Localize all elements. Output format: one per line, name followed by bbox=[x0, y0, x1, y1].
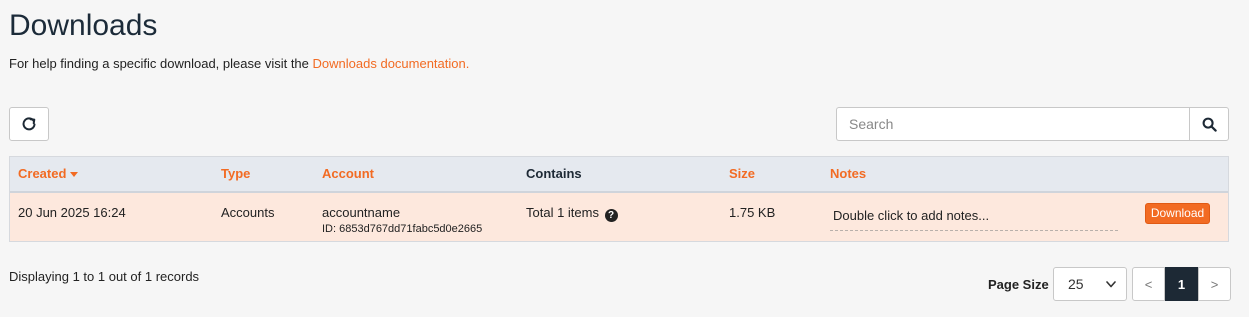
records-summary: Displaying 1 to 1 out of 1 records bbox=[9, 269, 200, 284]
pagination: < 1 > bbox=[1132, 267, 1231, 301]
downloads-table: Created Type Account Contains Size Notes… bbox=[9, 156, 1229, 242]
page-size-label: Page Size bbox=[988, 277, 1049, 292]
help-prefix: For help finding a specific download, pl… bbox=[9, 56, 309, 71]
column-header-type[interactable]: Type bbox=[221, 157, 250, 191]
prev-page-button[interactable]: < bbox=[1132, 267, 1165, 301]
cell-size: 1.75 KB bbox=[729, 205, 776, 220]
page-size-value: 25 bbox=[1068, 276, 1084, 292]
question-circle-icon[interactable]: ? bbox=[604, 209, 618, 222]
refresh-icon bbox=[22, 117, 36, 131]
next-page-button[interactable]: > bbox=[1198, 267, 1231, 301]
account-name: accountname bbox=[322, 205, 401, 220]
column-label: Created bbox=[18, 166, 67, 181]
page-size-select[interactable]: 25 bbox=[1053, 267, 1127, 301]
table-row[interactable]: 20 Jun 2025 16:24 Accounts accountname I… bbox=[10, 193, 1228, 241]
search-button[interactable] bbox=[1189, 107, 1229, 141]
cell-account: accountname ID: 6853d767dd71fabc5d0e2665 bbox=[322, 205, 482, 235]
refresh-button[interactable] bbox=[9, 107, 49, 141]
column-header-contains: Contains bbox=[526, 166, 582, 181]
download-button[interactable]: Download bbox=[1145, 203, 1210, 224]
sort-desc-icon bbox=[70, 172, 79, 178]
column-header-account[interactable]: Account bbox=[322, 157, 374, 191]
contains-text: Total 1 items bbox=[526, 205, 599, 220]
docs-link[interactable]: Downloads documentation. bbox=[313, 56, 470, 71]
chevron-down-icon bbox=[1106, 280, 1116, 287]
help-text: For help finding a specific download, pl… bbox=[9, 56, 469, 71]
cell-contains: Total 1 items ? bbox=[526, 205, 618, 222]
column-header-size[interactable]: Size bbox=[729, 157, 755, 191]
search-icon bbox=[1202, 117, 1217, 132]
table-header: Created Type Account Contains Size Notes bbox=[10, 157, 1228, 193]
page-button-current[interactable]: 1 bbox=[1165, 267, 1198, 301]
column-header-created[interactable]: Created bbox=[18, 157, 79, 191]
page-title: Downloads bbox=[9, 9, 158, 42]
cell-type: Accounts bbox=[221, 205, 275, 220]
search-group bbox=[836, 107, 1229, 141]
notes-field[interactable]: Double click to add notes... bbox=[830, 201, 1118, 231]
search-input[interactable] bbox=[836, 107, 1189, 141]
account-id: ID: 6853d767dd71fabc5d0e2665 bbox=[322, 223, 483, 235]
cell-created: 20 Jun 2025 16:24 bbox=[18, 205, 126, 220]
column-header-notes[interactable]: Notes bbox=[830, 157, 866, 191]
